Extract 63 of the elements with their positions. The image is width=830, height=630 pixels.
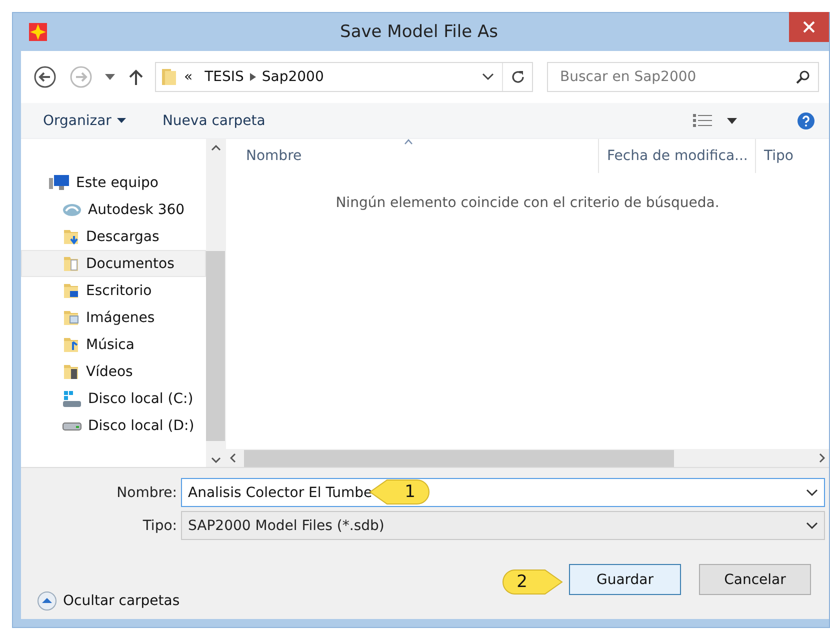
chevron-down-icon xyxy=(806,522,818,530)
caret-icon xyxy=(117,118,126,123)
sidebar-item[interactable]: Autodesk 360 xyxy=(21,196,206,223)
search-icon xyxy=(796,70,810,84)
drive-icon xyxy=(62,390,82,408)
folder-icon xyxy=(62,336,80,354)
sidebar-item[interactable]: Disco local (C:) xyxy=(21,385,206,412)
chevron-down-icon xyxy=(482,73,494,81)
caret-icon xyxy=(727,118,737,124)
close-button[interactable] xyxy=(789,12,829,42)
hide-folders-button[interactable]: Ocultar carpetas xyxy=(37,591,180,611)
back-button[interactable] xyxy=(33,65,57,89)
column-header[interactable]: Nombre xyxy=(246,139,598,173)
breadcrumb-overflow: « xyxy=(184,69,193,85)
column-header[interactable]: Fecha de modifica... xyxy=(598,139,755,173)
folder-icon xyxy=(62,228,80,246)
scroll-down-icon xyxy=(210,457,220,463)
refresh-icon xyxy=(510,70,524,84)
field-label: Tipo: xyxy=(142,518,178,534)
chevron-icon xyxy=(250,73,256,81)
folder-icon xyxy=(160,67,178,87)
sidebar-item[interactable]: Este equipo xyxy=(21,169,206,196)
scroll-up-icon xyxy=(210,145,220,151)
horizontal-scrollbar[interactable] xyxy=(226,449,829,467)
cancel-button[interactable]: Cancelar xyxy=(699,564,811,595)
folder-icon xyxy=(62,362,80,380)
address-bar[interactable]: « TESIS Sap2000 xyxy=(155,62,533,92)
empty-message: Ningún elemento coincide con el criterio de búsqueda. xyxy=(336,195,720,211)
column-header[interactable]: Tipo xyxy=(755,139,829,173)
sidebar-item[interactable]: Vídeos xyxy=(21,358,206,385)
new-folder-button[interactable]: Nueva carpeta xyxy=(162,112,266,128)
search-field[interactable]: Buscar en Sap2000 xyxy=(547,62,819,92)
breadcrumb[interactable]: TESIS xyxy=(204,69,244,85)
window-title: Save Model File As xyxy=(339,22,499,42)
vertical-scrollbar[interactable] xyxy=(206,139,225,467)
sidebar-item[interactable]: Imágenes xyxy=(21,304,206,331)
scroll-left-icon xyxy=(230,453,236,463)
computer-icon xyxy=(48,174,70,192)
collapse-icon xyxy=(37,591,57,611)
list-view-icon xyxy=(693,112,713,128)
view-options-button[interactable] xyxy=(693,112,737,128)
breadcrumb[interactable]: Sap2000 xyxy=(262,69,324,85)
field-label: Nombre: xyxy=(116,484,178,500)
close-icon xyxy=(803,21,815,33)
cloud-icon xyxy=(62,202,82,216)
sidebar-item[interactable]: Música xyxy=(21,331,206,358)
folder-icon xyxy=(62,282,80,300)
drive-icon xyxy=(62,420,82,430)
sidebar-item[interactable]: Descargas xyxy=(21,223,206,250)
folder-icon xyxy=(62,254,80,272)
sidebar-item[interactable]: Documentos xyxy=(21,250,206,277)
up-button[interactable] xyxy=(129,69,143,85)
save-button[interactable]: Guardar xyxy=(569,564,681,595)
organize-menu[interactable]: Organizar xyxy=(43,112,126,128)
help-button[interactable] xyxy=(797,112,815,130)
sidebar-item[interactable]: Disco local (D:) xyxy=(21,412,206,439)
scroll-right-icon xyxy=(819,453,825,463)
folder-icon xyxy=(62,308,80,326)
chevron-down-icon xyxy=(806,488,818,496)
app-logo-icon xyxy=(27,21,49,43)
recent-dropdown[interactable] xyxy=(105,74,115,80)
file-type-dropdown[interactable]: SAP2000 Model Files (*.sdb) xyxy=(181,511,825,540)
sidebar-item[interactable]: Escritorio xyxy=(21,277,206,304)
